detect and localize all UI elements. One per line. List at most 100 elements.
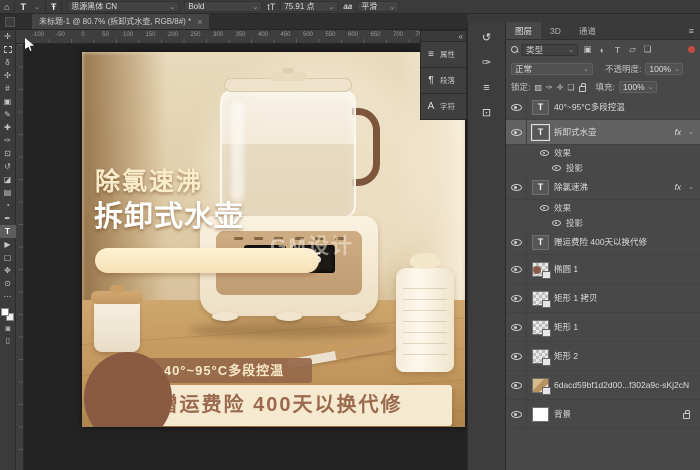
layer-name[interactable]: 矩形 1 (554, 321, 578, 333)
lock-kind-icon-2[interactable]: ✛ (557, 83, 564, 92)
layer-row[interactable]: T 除氯速沸 fx ⌄ (506, 175, 700, 200)
layer-effect-row[interactable]: 效果 (506, 200, 700, 215)
text-orientation-icon[interactable]: Ŧ (51, 2, 57, 12)
close-icon[interactable]: × (197, 17, 202, 27)
fx-collapse-icon[interactable]: ⌄ (688, 183, 694, 191)
layer-visibility-icon[interactable] (511, 239, 522, 246)
lock-kind-icon-0[interactable]: ▨ (534, 83, 542, 92)
filter-kind-icon-2[interactable]: T (612, 45, 623, 55)
brush-settings-panel-icon[interactable]: ✑ (476, 54, 498, 72)
layer-row[interactable]: T 40°~95°C多段控温 (506, 95, 700, 120)
tool-history-brush-icon[interactable]: ↺ (0, 160, 16, 173)
layer-row[interactable]: 6dacd59bf1d2d00...f302a9c-sKj2cN (506, 371, 700, 400)
layer-row[interactable]: 矩形 2 (506, 342, 700, 371)
layer-visibility-icon[interactable] (511, 411, 522, 418)
filter-kind-icon-1[interactable]: ◐ (597, 45, 608, 55)
dock-item-paragraph[interactable]: ¶段落 (420, 68, 467, 94)
history-panel-icon[interactable]: ↺ (476, 29, 498, 47)
tool-healing-brush-icon[interactable]: ✚ (0, 121, 16, 134)
font-size-select[interactable]: 75.91 点 ⌄ (280, 1, 338, 12)
current-tool-icon[interactable]: T (20, 2, 26, 12)
layer-visibility-icon[interactable] (511, 184, 522, 191)
layer-name[interactable]: 椭圆 1 (554, 263, 578, 275)
layer-name[interactable]: 拆卸式水壶 (554, 126, 597, 138)
tool-eyedropper-icon[interactable]: ✎ (0, 108, 16, 121)
fx-collapse-icon[interactable]: ⌄ (688, 128, 694, 136)
fill-select[interactable]: 100% ⌄ (619, 81, 657, 93)
layer-thumbnail[interactable] (532, 407, 549, 422)
layer-row[interactable]: T拆卸式水壶fx⌄ (506, 120, 700, 145)
foreground-color-swatch[interactable] (1, 308, 9, 316)
tool-move-icon[interactable]: ✛ (0, 30, 16, 43)
layer-thumbnail[interactable]: T (532, 180, 549, 195)
layer-effect-row[interactable]: 效果 (506, 145, 700, 160)
tool-eraser-icon[interactable]: ◪ (0, 173, 16, 186)
layer-name[interactable]: 矩形 2 (554, 350, 578, 362)
tool-clone-stamp-icon[interactable]: ⊡ (0, 147, 16, 160)
layer-visibility-icon[interactable] (511, 295, 522, 302)
layer-fx-badge[interactable]: fx (675, 182, 682, 192)
font-family-select[interactable]: 思源黑体 CN ⌄ (67, 1, 179, 12)
filter-kind-icon-3[interactable]: ▱ (627, 44, 638, 55)
clone-source-panel-icon[interactable]: ⊡ (476, 104, 498, 122)
tool-frame-icon[interactable]: ▣ (0, 95, 16, 108)
screen-mode-icon[interactable]: ▯ (0, 336, 16, 345)
panel-tab-通道[interactable]: 通道 (570, 22, 605, 39)
anti-alias-select[interactable]: 平滑 ⌄ (357, 1, 399, 12)
layer-thumbnail[interactable]: T (532, 100, 549, 115)
tool-path-selection-icon[interactable]: ▶ (0, 238, 16, 251)
layer-visibility-icon[interactable] (511, 382, 522, 389)
layer-name[interactable]: 除氯速沸 (554, 181, 588, 193)
layer-thumbnail[interactable] (532, 378, 549, 393)
filter-type-select[interactable]: 类型⌄ (522, 44, 578, 56)
canvas-workspace[interactable]: 45 45 GM设计 除氯速沸 拆卸式水壶 40°~95°C多段控温 赠运费险 … (24, 44, 467, 470)
layer-visibility-icon[interactable] (511, 353, 522, 360)
panel-menu-icon[interactable]: ≡ (683, 22, 700, 39)
dock-item-properties[interactable]: ≡属性 (420, 42, 467, 68)
layer-effect-row[interactable]: 投影 (506, 160, 700, 175)
effect-visibility-icon[interactable] (540, 150, 549, 156)
tool-lasso-icon[interactable]: δ (0, 56, 16, 69)
layer-row[interactable]: 背景 (506, 400, 700, 429)
tool-crop-icon[interactable]: # (0, 82, 16, 95)
color-swatches[interactable] (1, 308, 14, 321)
layer-row[interactable]: 矩形 1 拷贝 (506, 284, 700, 313)
layer-visibility-icon[interactable] (511, 266, 522, 273)
tool-shape-icon[interactable]: ▢ (0, 251, 16, 264)
lock-kind-icon-1[interactable]: ✑ (546, 83, 553, 92)
quick-mask-icon[interactable]: ◙ (0, 324, 16, 333)
filter-active-indicator[interactable] (688, 46, 695, 53)
layer-thumbnail[interactable] (532, 262, 549, 277)
layer-visibility-icon[interactable] (511, 104, 522, 111)
effect-visibility-icon[interactable] (552, 165, 561, 171)
layer-effect-row[interactable]: 投影 (506, 215, 700, 230)
layer-visibility-icon[interactable] (511, 324, 522, 331)
expand-panels-icon[interactable]: « (459, 32, 463, 41)
tool-hand-icon[interactable]: ✥ (0, 264, 16, 277)
dock-item-character[interactable]: A字符 (420, 94, 467, 120)
font-style-select[interactable]: Bold ⌄ (184, 1, 262, 12)
layer-thumbnail[interactable] (532, 349, 549, 364)
tool-edit-toolbar-icon[interactable]: ⋯ (0, 290, 16, 303)
filter-kind-icon-0[interactable]: ▣ (582, 44, 593, 55)
tool-zoom-icon[interactable]: ⊙ (0, 277, 16, 290)
layer-row[interactable]: 椭圆 1 (506, 255, 700, 284)
layer-name[interactable]: 背景 (554, 408, 571, 420)
tool-preset-chevron-icon[interactable]: ⌄ (34, 3, 40, 11)
layer-name[interactable]: 6dacd59bf1d2d00...f302a9c-sKj2cN (554, 380, 689, 390)
tool-quick-selection-icon[interactable]: ✣ (0, 69, 16, 82)
layer-row[interactable]: T 赠运费险 400天以换代修 (506, 230, 700, 255)
tab-overflow-button[interactable] (5, 17, 15, 27)
layer-name[interactable]: 赠运费险 400天以换代修 (554, 236, 647, 248)
document-tab[interactable]: 未标题-1 @ 80.7% (拆卸式水壶, RGB/8#) * × (32, 14, 209, 29)
properties-panel-icon[interactable]: ≡ (476, 79, 498, 97)
layer-name[interactable]: 矩形 1 拷贝 (554, 292, 597, 304)
layer-thumbnail[interactable]: T (532, 125, 549, 140)
layer-thumbnail[interactable]: T (532, 235, 549, 250)
opacity-select[interactable]: 100% ⌄ (645, 63, 683, 75)
layer-thumbnail[interactable] (532, 291, 549, 306)
tool-type-icon[interactable]: T (0, 225, 16, 238)
tool-marquee-icon[interactable] (0, 43, 16, 56)
tool-gradient-icon[interactable]: ▤ (0, 186, 16, 199)
layer-name[interactable]: 40°~95°C多段控温 (554, 101, 625, 113)
